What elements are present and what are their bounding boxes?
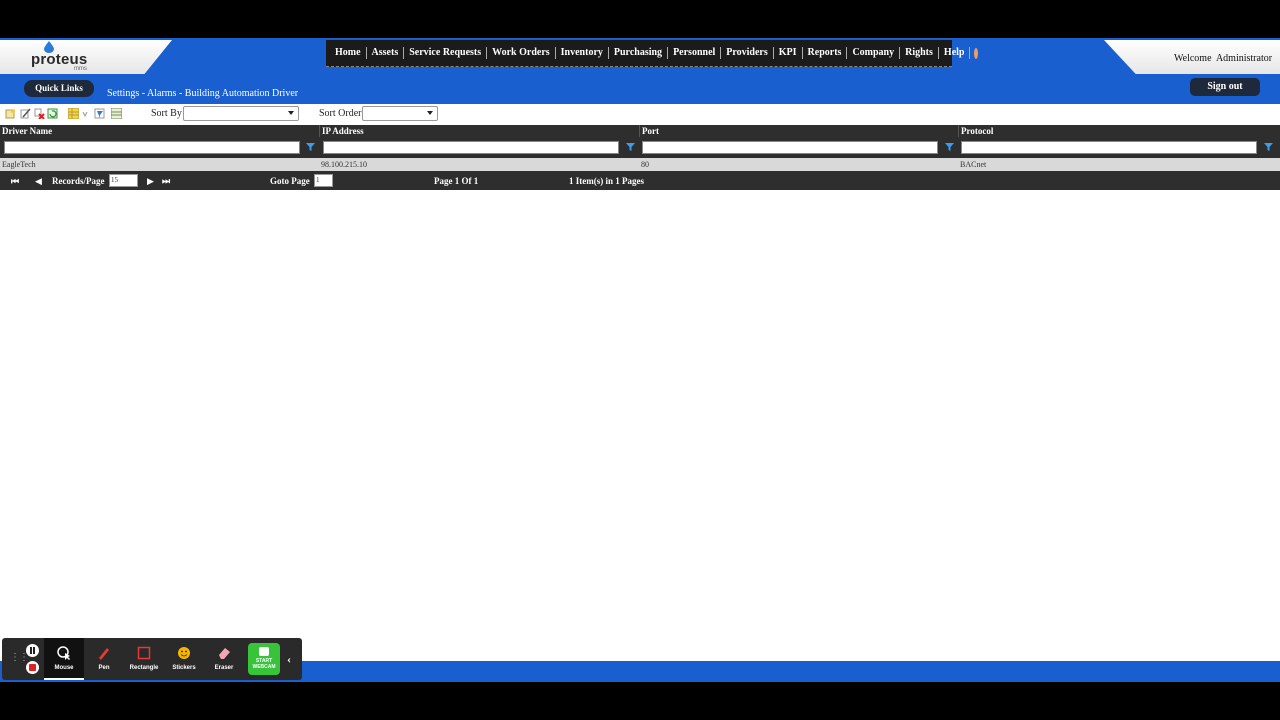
records-per-page-select[interactable]: 15 [109, 174, 138, 187]
column-ip-address[interactable]: IP Address [319, 125, 639, 137]
app-window: proteus mms Home Assets Service Requests… [0, 38, 1280, 682]
cell-ip-address: 98.100.215.10 [321, 160, 367, 169]
cell-port: 80 [641, 160, 649, 169]
screen-recorder-toolbar: ⋮⋮ Mouse Pen Rectangle Stickers Eraser S… [2, 638, 302, 680]
filter-icon[interactable] [306, 142, 315, 152]
webcam-label: START WEBCAM [252, 658, 276, 670]
tool-pen[interactable]: Pen [84, 638, 124, 680]
sign-out-button[interactable]: Sign out [1190, 78, 1260, 96]
column-port[interactable]: Port [639, 125, 959, 137]
next-page-icon[interactable]: ▶ [147, 176, 154, 187]
first-page-icon[interactable]: ⏮ [11, 176, 19, 187]
collapse-chevron-icon[interactable]: ‹ [287, 652, 291, 667]
tool-label: Mouse [54, 665, 74, 671]
sort-by-label: Sort By [151, 108, 182, 119]
tool-rectangle[interactable]: Rectangle [124, 638, 164, 680]
nav-inventory[interactable]: Inventory [556, 47, 609, 59]
sticker-smiley-icon [178, 647, 190, 659]
grid-header: Driver Name IP Address Port Protocol [0, 125, 1280, 137]
delete-icon[interactable] [34, 108, 45, 119]
letterbox-top [0, 0, 1280, 38]
nav-personnel[interactable]: Personnel [668, 47, 722, 59]
pause-icon[interactable] [26, 644, 39, 657]
layout-icon[interactable] [111, 108, 122, 119]
mouse-cursor-icon [57, 646, 70, 660]
pager: ⏮ ◀ Records/Page 15 ▶ ⏭ Goto Page 1 Page… [0, 171, 1280, 190]
header: proteus mms Home Assets Service Requests… [0, 38, 1280, 104]
tool-eraser[interactable]: Eraser [204, 638, 244, 680]
sort-order-label: Sort Order [319, 108, 362, 119]
nav-purchasing[interactable]: Purchasing [609, 47, 669, 59]
drag-handle-icon[interactable]: ⋮⋮ [10, 652, 29, 663]
protocol-filter-input[interactable] [961, 141, 1257, 154]
start-webcam-button[interactable]: START WEBCAM [248, 643, 280, 675]
nav-kpi[interactable]: KPI [774, 47, 803, 59]
page-info: Page 1 Of 1 [434, 176, 479, 186]
stop-record-icon[interactable] [26, 661, 39, 674]
filter-row [0, 137, 1280, 158]
filter-clear-icon[interactable] [94, 108, 105, 119]
tool-label: Rectangle [129, 665, 159, 671]
grid-view-icon[interactable] [68, 108, 79, 119]
nav-service-requests[interactable]: Service Requests [404, 47, 488, 59]
sort-by-select[interactable] [183, 106, 299, 121]
tool-stickers[interactable]: Stickers [164, 638, 204, 680]
nav-company[interactable]: Company [847, 47, 901, 59]
ip-address-filter-input[interactable] [323, 141, 619, 154]
tool-label: Eraser [214, 665, 234, 671]
last-page-icon[interactable]: ⏭ [162, 176, 170, 187]
filter-icon[interactable] [945, 142, 954, 152]
new-icon[interactable] [5, 108, 16, 119]
table-row[interactable]: EagleTech 98.100.215.10 80 BACnet [0, 158, 1280, 171]
quick-links-button[interactable]: Quick Links [24, 80, 94, 97]
rectangle-icon [137, 646, 151, 660]
nav-reports[interactable]: Reports [803, 47, 848, 59]
column-chooser-icon[interactable] [82, 108, 88, 119]
cell-driver-name: EagleTech [2, 160, 36, 169]
nav-home[interactable]: Home [330, 47, 367, 59]
sort-order-select[interactable] [362, 106, 438, 121]
webcam-icon [259, 647, 269, 656]
column-driver-name[interactable]: Driver Name [0, 125, 319, 137]
driver-name-filter-input[interactable] [4, 141, 300, 154]
column-protocol[interactable]: Protocol [958, 125, 1280, 137]
tool-mouse[interactable]: Mouse [44, 638, 84, 680]
letterbox-bottom [0, 682, 1280, 720]
nav-help[interactable]: Help [939, 47, 971, 59]
edit-icon[interactable] [20, 108, 31, 119]
port-filter-input[interactable] [642, 141, 938, 154]
tool-label: Stickers [172, 665, 196, 671]
prev-page-icon[interactable]: ◀ [35, 176, 42, 187]
gear-icon[interactable] [974, 47, 979, 59]
eraser-icon [219, 648, 230, 659]
pen-icon [99, 648, 109, 660]
records-per-page-label: Records/Page [52, 176, 105, 186]
nav-rights[interactable]: Rights [900, 47, 939, 59]
cell-protocol: BACnet [960, 160, 987, 169]
goto-page-select[interactable]: 1 [314, 174, 333, 187]
logo-subtitle: mms [74, 66, 87, 72]
goto-page-label: Goto Page [270, 176, 310, 186]
filter-icon[interactable] [1264, 142, 1273, 152]
nav-assets[interactable]: Assets [367, 47, 405, 59]
tool-label: Pen [98, 665, 110, 671]
items-info: 1 Item(s) in 1 Pages [569, 176, 644, 186]
nav-work-orders[interactable]: Work Orders [487, 47, 556, 59]
nav-providers[interactable]: Providers [721, 47, 774, 59]
main-nav: Home Assets Service Requests Work Orders… [326, 40, 979, 67]
refresh-icon[interactable] [47, 108, 58, 119]
breadcrumb: Settings - Alarms - Building Automation … [107, 88, 299, 99]
welcome-text: Welcome Administrator [1174, 53, 1273, 64]
filter-icon[interactable] [626, 142, 635, 152]
